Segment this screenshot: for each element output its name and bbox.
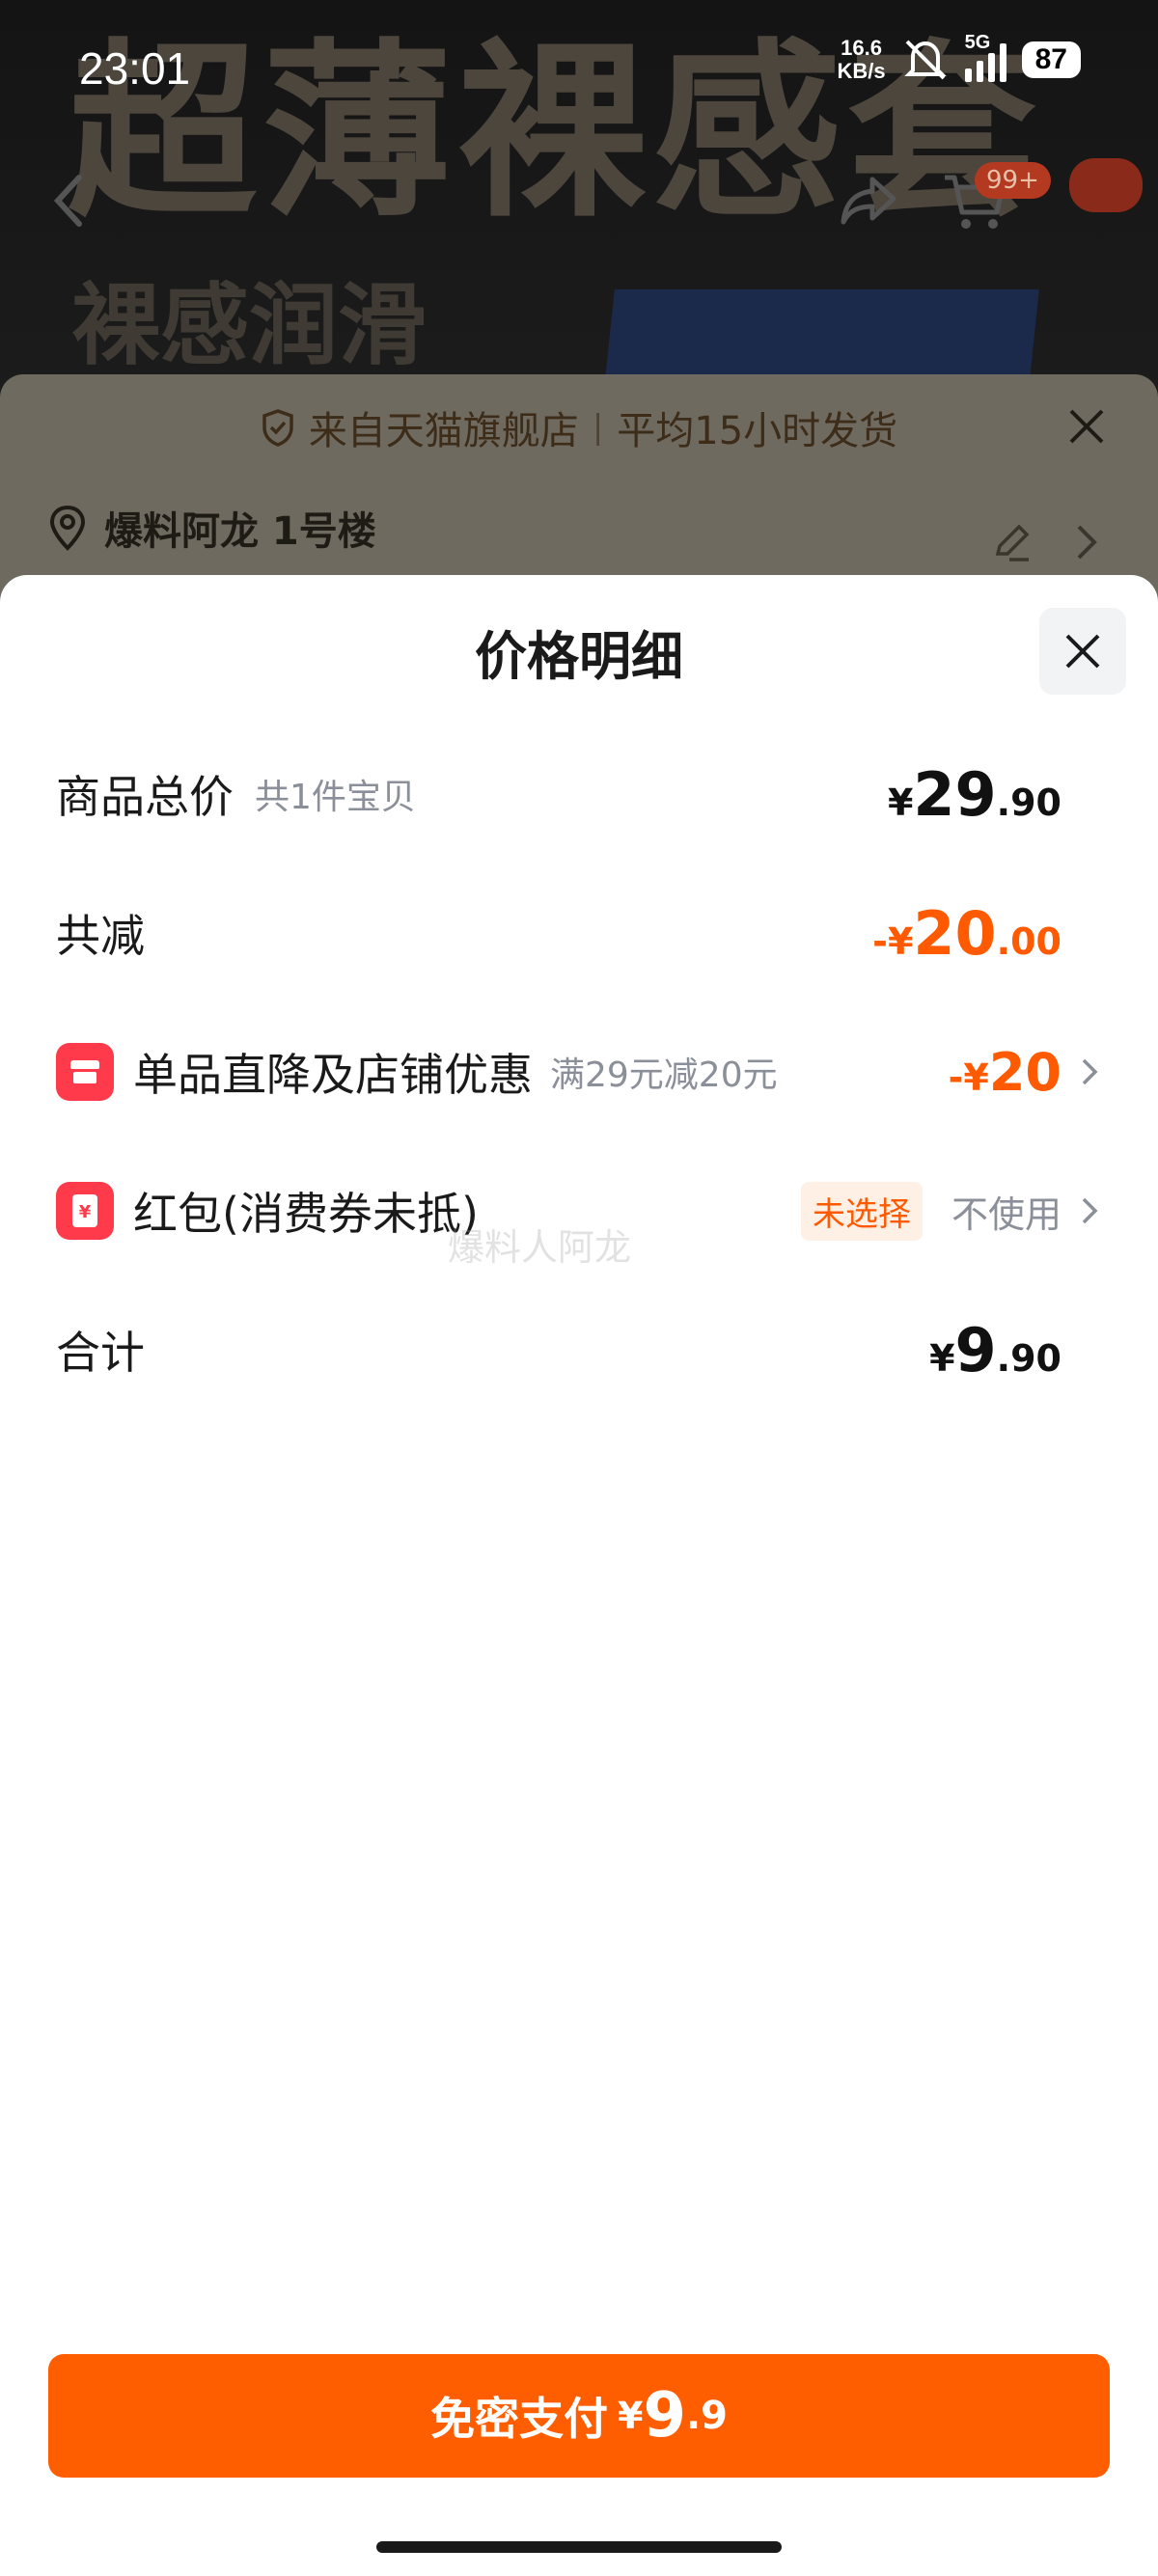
store-discount-label: 单品直降及店铺优惠 — [133, 1049, 533, 1101]
share-icon[interactable] — [840, 174, 897, 228]
banner-subtitle: 裸感润滑 — [71, 274, 427, 377]
edit-icon[interactable] — [990, 521, 1033, 563]
red-packet-icon: ¥ — [56, 1182, 114, 1240]
cart-badge: 99+ — [975, 162, 1051, 199]
address-text: 爆料阿龙 1号楼 — [104, 509, 376, 554]
shipping-time: 平均15小时发货 — [617, 409, 898, 453]
price-detail-sheet: 价格明细 商品总价 共1件宝贝 ¥29.90 共减 -¥20.00 单品直降及店… — [0, 575, 1158, 2576]
watermark: 爆料人阿龙 — [448, 1226, 632, 1269]
sheet-title: 价格明细 — [475, 626, 683, 687]
address-row[interactable]: 爆料阿龙 1号楼 — [48, 500, 376, 556]
reduction-row: 共减 -¥20.00 — [56, 890, 1100, 976]
location-pin-icon — [49, 505, 86, 551]
store-origin: 来自天猫旗舰店 — [308, 409, 579, 453]
status-icons: 16.6 KB/s 5G 87 — [837, 32, 1081, 83]
reduction-value: -¥20.00 — [872, 897, 1062, 969]
chevron-right-icon — [1077, 525, 1097, 560]
status-time: 23:01 — [79, 43, 191, 94]
chevron-right-icon — [1082, 1058, 1098, 1085]
pay-button[interactable]: 免密支付 ¥ 9 .9 — [48, 2354, 1110, 2478]
home-indicator[interactable] — [376, 2541, 782, 2553]
back-icon[interactable] — [50, 172, 89, 230]
store-notice: 来自天猫旗舰店 | 平均15小时发货 — [0, 374, 1158, 480]
pay-label: 免密支付 — [429, 2393, 608, 2445]
signal-icon: 5G — [964, 32, 1006, 82]
unselected-tag: 未选择 — [800, 1181, 923, 1241]
close-icon — [1065, 634, 1100, 669]
total-price-value: ¥29.90 — [887, 758, 1062, 830]
close-button[interactable] — [1039, 608, 1126, 695]
svg-text:¥: ¥ — [79, 1202, 92, 1222]
network-speed: 16.6 KB/s — [837, 36, 886, 83]
sum-value: ¥9.90 — [929, 1314, 1062, 1385]
notice-separator: | — [592, 408, 604, 447]
red-packet-value: 不使用 — [951, 1192, 1062, 1236]
sum-row: 合计 ¥9.90 — [56, 1306, 1100, 1393]
chevron-right-icon — [1082, 1197, 1098, 1224]
pay-currency: ¥ — [617, 2395, 644, 2437]
store-discount-rule: 满29元减20元 — [550, 1055, 778, 1095]
store-icon — [56, 1043, 114, 1101]
shield-icon — [262, 409, 293, 447]
battery-icon: 87 — [1021, 41, 1081, 78]
store-discount-value: -¥20 — [948, 1041, 1062, 1103]
item-count: 共1件宝贝 — [255, 778, 416, 817]
mute-bell-icon — [903, 40, 947, 80]
total-price-label: 商品总价 — [56, 771, 234, 823]
pay-amount-dec: .9 — [685, 2394, 728, 2438]
red-packet-label: 红包(消费券未抵) — [133, 1188, 479, 1240]
pay-amount-int: 9 — [643, 2380, 686, 2452]
sum-label: 合计 — [56, 1327, 145, 1379]
close-icon[interactable] — [1063, 403, 1110, 450]
store-discount-row[interactable]: 单品直降及店铺优惠 满29元减20元 -¥20 — [56, 1028, 1100, 1115]
total-price-row: 商品总价 共1件宝贝 ¥29.90 — [56, 751, 1100, 837]
reduction-label: 共减 — [56, 910, 145, 962]
message-icon[interactable] — [1069, 158, 1143, 212]
